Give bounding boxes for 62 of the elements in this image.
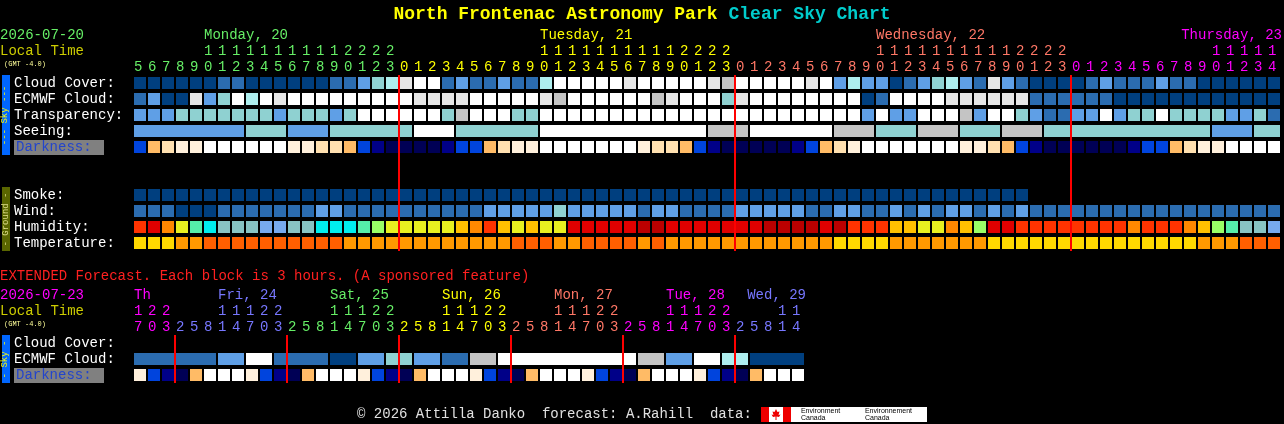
hour-digits: 25814703 bbox=[512, 319, 624, 335]
credit-text: © 2026 Attilla Danko forecast: A.Rahill data: bbox=[357, 406, 752, 422]
hour-digits: 012345678901234 bbox=[1072, 59, 1283, 75]
midnight-line bbox=[734, 335, 736, 383]
day-label: Sat, 25 bbox=[330, 287, 389, 303]
day-label: Th bbox=[134, 287, 151, 303]
midnight-line bbox=[510, 335, 512, 383]
hour-tens-digits: 11111111112222 bbox=[203, 43, 400, 59]
day-label: Tue, 28 bbox=[666, 287, 725, 303]
hour-tens-digits: 11122 bbox=[218, 303, 288, 319]
day-label: Thursday, 23 bbox=[1181, 27, 1282, 43]
day-label: Mon, 27 bbox=[554, 287, 613, 303]
day-label: Wednesday, 22 bbox=[876, 27, 986, 43]
day-label: Fri, 24 bbox=[218, 287, 277, 303]
row-label: Temperature: bbox=[14, 235, 115, 251]
row-label: Cloud Cover: bbox=[14, 335, 115, 351]
site-title: North Frontenac Astronomy Park bbox=[393, 5, 718, 22]
day-label: Wed, 29 bbox=[747, 287, 806, 303]
hour-digits: 25814703 bbox=[176, 319, 288, 335]
hour-tens-digits: 11111 bbox=[1212, 43, 1282, 59]
hour-digits: 25814703 bbox=[400, 319, 512, 335]
hour-tens-digits: 122 bbox=[134, 303, 176, 319]
section-label: - Sky - bbox=[1, 340, 11, 378]
midnight-line bbox=[174, 335, 176, 383]
midnight-line bbox=[398, 335, 400, 383]
midnight-line bbox=[286, 335, 288, 383]
hour-digits: 012345678901234567890123 bbox=[400, 59, 737, 75]
hour-digits: 25814 bbox=[736, 319, 806, 335]
date-label: 2026-07-23 bbox=[0, 287, 84, 303]
day-label: Sun, 26 bbox=[442, 287, 501, 303]
row-label: Transparency: bbox=[14, 107, 124, 123]
hour-tens-digits: 11122 bbox=[666, 303, 736, 319]
row-label: ECMWF Cloud: bbox=[14, 91, 115, 107]
hour-tens-digits: 11111111112222 bbox=[539, 43, 736, 59]
hour-tens-digits: 11 bbox=[778, 303, 806, 319]
row-label: ECMWF Cloud: bbox=[14, 351, 115, 367]
row-label: Wind: bbox=[14, 203, 56, 219]
hour-digits: 012345678901234567890123 bbox=[736, 59, 1073, 75]
row-label: Humidity: bbox=[14, 219, 90, 235]
date-label: 2026-07-20 bbox=[0, 27, 84, 43]
local-time-label: Local Time bbox=[0, 303, 84, 319]
hour-tens-digits: 11111111112222 bbox=[875, 43, 1072, 59]
day-label: Monday, 20 bbox=[204, 27, 288, 43]
day-label: Tuesday, 21 bbox=[540, 27, 633, 43]
hour-tens-digits: 11122 bbox=[442, 303, 512, 319]
hour-digits: 703 bbox=[134, 319, 176, 335]
hour-digits: 25814703 bbox=[288, 319, 400, 335]
midnight-line bbox=[622, 335, 624, 383]
hour-digits: 5678901234567890123 bbox=[134, 59, 401, 75]
hour-tens-digits: 11122 bbox=[554, 303, 624, 319]
row-label: Darkness: bbox=[14, 139, 104, 155]
section-label: --- Sky --- bbox=[1, 85, 11, 145]
section-label: - Ground - bbox=[1, 192, 11, 246]
local-time-label: Local Time bbox=[0, 43, 84, 59]
row-label: Smoke: bbox=[14, 187, 65, 203]
hour-digits: 25814703 bbox=[624, 319, 736, 335]
hour-tens-digits: 11122 bbox=[330, 303, 400, 319]
extended-heading: EXTENDED Forecast. Each block is 3 hours. (A sponsored feature) bbox=[0, 268, 530, 284]
row-label: Seeing: bbox=[14, 123, 73, 139]
chart-title: Clear Sky Chart bbox=[728, 5, 891, 22]
row-label: Cloud Cover: bbox=[14, 75, 115, 91]
row-label: Darkness: bbox=[14, 367, 104, 383]
